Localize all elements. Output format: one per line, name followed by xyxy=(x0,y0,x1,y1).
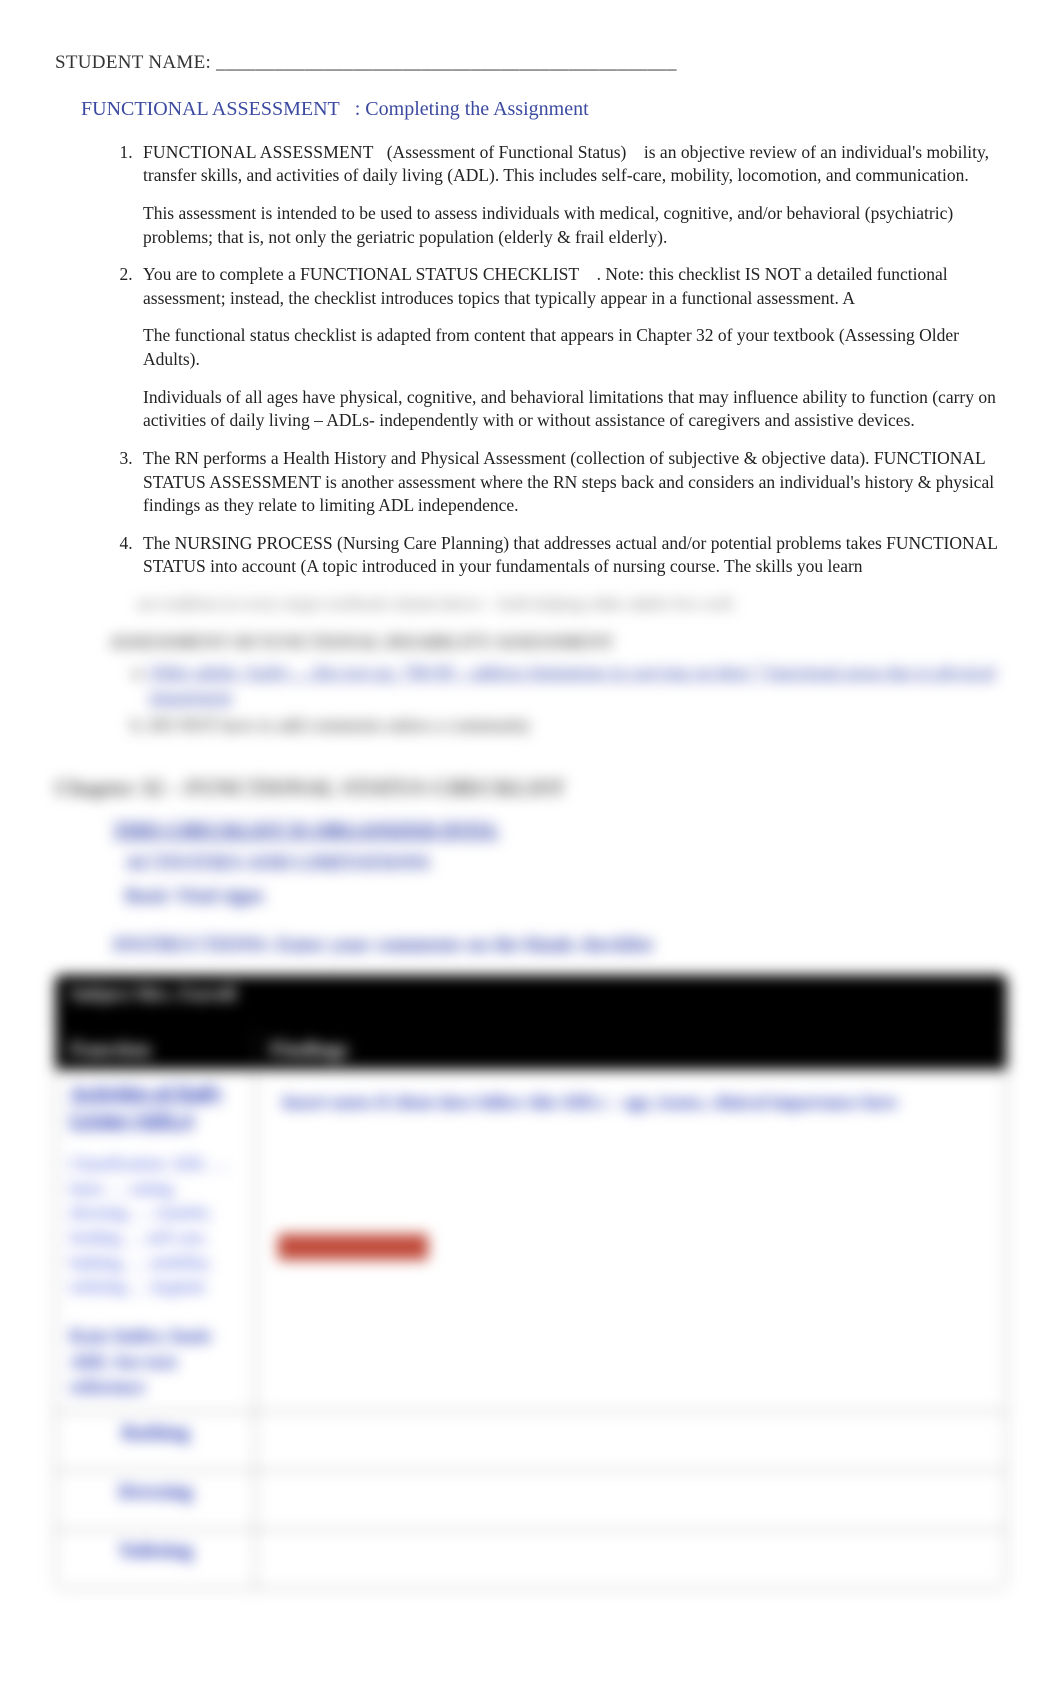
adl-findings-cell: Insert notes if client does follow this … xyxy=(256,1070,1007,1412)
adl-heading: Activities of Daily Living (ADLs) xyxy=(70,1080,241,1134)
org-line1a: ACTIVITIES AND LIMITATIONS xyxy=(125,850,1007,877)
table-row-adl: Activities of Daily Living (ADLs) Classi… xyxy=(56,1070,1007,1412)
assignment-title: FUNCTIONAL ASSESSMENT : Completing the A… xyxy=(81,96,1007,123)
li2-lead: You are to complete a FUNCTIONAL STATUS … xyxy=(143,264,579,284)
instructions-line: INSTRUCTIONS: Enter your comments on the… xyxy=(113,932,1007,959)
li1-term: FUNCTIONAL ASSESSMENT xyxy=(143,142,374,162)
table-client-row: Subject Mrs. Farrell xyxy=(56,975,1007,1028)
table-row-dressing: Dressing xyxy=(56,1470,1007,1529)
chapter-heading: Chapter 32 – FUNCTIONAL STATUS CHECKLIST xyxy=(55,773,1007,803)
student-name-line: STUDENT NAME: __________________________… xyxy=(55,50,1007,76)
li4-body: The NURSING PROCESS (Nursing Care Planni… xyxy=(143,533,997,577)
li3-body: The RN performs a Health History and Phy… xyxy=(143,448,994,515)
row-bathing-findings xyxy=(256,1411,1007,1470)
list-item-4: The NURSING PROCESS (Nursing Care Planni… xyxy=(137,532,1007,579)
title-main: FUNCTIONAL ASSESSMENT xyxy=(81,98,340,120)
list-item-3: The RN performs a Health History and Phy… xyxy=(137,447,1007,518)
table-header-row: Function Findings xyxy=(56,1028,1007,1069)
checklist-table: Subject Mrs. Farrell Function Findings A… xyxy=(55,975,1007,1589)
row-dressing-findings xyxy=(256,1470,1007,1529)
list-item-2: You are to complete a FUNCTIONAL STATUS … xyxy=(137,263,1007,433)
katz-ref: Katz Index; basic ADL See text reference xyxy=(70,1324,241,1401)
li1-para2: This assessment is intended to be used t… xyxy=(143,202,1007,249)
li2-para2: The functional status checklist is adapt… xyxy=(143,324,1007,371)
col-findings: Findings xyxy=(256,1028,1007,1069)
blurred-region: are tradition in every major textbook re… xyxy=(55,593,1007,1589)
li1-paren: (Assessment of Functional Status) xyxy=(387,142,627,162)
li5-sublist: Older adults, frailty ... this text pg. … xyxy=(109,660,1007,737)
adl-function-cell: Activities of Daily Living (ADLs) Classi… xyxy=(56,1070,256,1412)
list-item-5: ASSESSMENT OF FUNCTIONAL DISABILITY ASSE… xyxy=(109,630,1007,737)
li5-a: Older adults, frailty ... this text pg. … xyxy=(149,660,1007,709)
instruction-list: FUNCTIONAL ASSESSMENT (Assessment of Fun… xyxy=(55,141,1007,579)
org-line1: THIS CHECKLIST IS ORGANIZED INTO: xyxy=(113,817,1007,844)
findings-hint: Insert notes if client does follow this … xyxy=(270,1080,992,1114)
student-name-blank: ________________________________________… xyxy=(216,52,677,73)
table-row-toileting: Toileting xyxy=(56,1529,1007,1588)
row-toileting-findings xyxy=(256,1529,1007,1588)
list-item-1: FUNCTIONAL ASSESSMENT (Assessment of Fun… xyxy=(137,141,1007,250)
client-cell: Subject Mrs. Farrell xyxy=(56,975,1007,1028)
document-page: STUDENT NAME: __________________________… xyxy=(0,0,1062,1691)
col-function: Function xyxy=(56,1028,256,1069)
row-dressing: Dressing xyxy=(56,1470,256,1529)
title-suffix: : Completing the Assignment xyxy=(355,98,589,120)
li2-para3: Individuals of all ages have physical, c… xyxy=(143,386,1007,433)
li4-continued: are tradition in every major textbook re… xyxy=(137,593,1007,616)
li5-b: DO NOT have to add comments unless a com… xyxy=(149,713,1007,737)
table-row-bathing: Bathing xyxy=(56,1411,1007,1470)
adl-list-text: Classification: ADL … basic … eating, dr… xyxy=(70,1152,241,1300)
row-toileting: Toileting xyxy=(56,1529,256,1588)
comment-box-icon xyxy=(278,1234,428,1260)
org-line1b: Basic Vital signs xyxy=(125,883,1007,910)
organized-into-block: THIS CHECKLIST IS ORGANIZED INTO: ACTIVI… xyxy=(113,817,1007,959)
row-bathing: Bathing xyxy=(56,1411,256,1470)
checklist-table-wrap: Subject Mrs. Farrell Function Findings A… xyxy=(55,975,1007,1589)
student-name-label: STUDENT NAME: xyxy=(55,52,211,73)
li5-head: ASSESSMENT OF FUNCTIONAL DISABILITY ASSE… xyxy=(109,630,1007,654)
